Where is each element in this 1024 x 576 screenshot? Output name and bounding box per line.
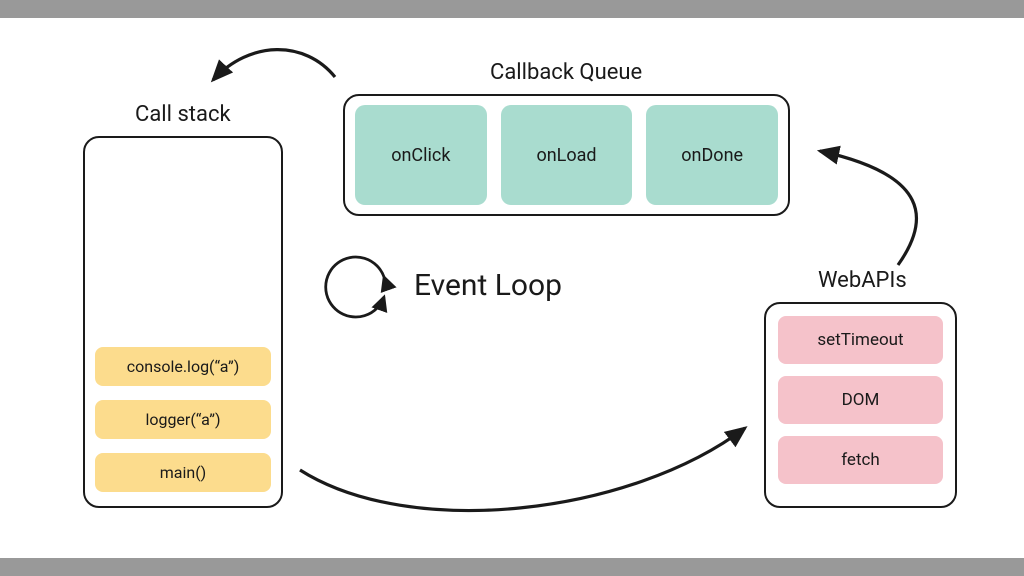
stack-item: logger(“a”) xyxy=(95,400,271,439)
api-item: setTimeout xyxy=(778,316,943,364)
event-loop-icon xyxy=(314,244,400,330)
event-loop-label: Event Loop xyxy=(414,268,562,303)
stack-item: console.log(“a”) xyxy=(95,347,271,386)
queue-item: onClick xyxy=(355,105,487,205)
queue-item: onDone xyxy=(646,105,778,205)
api-item: fetch xyxy=(778,436,943,484)
api-item: DOM xyxy=(778,376,943,424)
callback-queue-title: Callback Queue xyxy=(490,60,642,85)
top-letterbox-bar xyxy=(0,0,1024,18)
webapis-panel: setTimeout DOM fetch xyxy=(764,302,957,508)
callback-queue-panel: onClick onLoad onDone xyxy=(343,94,790,216)
stack-item: main() xyxy=(95,453,271,492)
callstack-title: Call stack xyxy=(135,102,231,127)
bottom-letterbox-bar xyxy=(0,558,1024,576)
callstack-panel: console.log(“a”) logger(“a”) main() xyxy=(83,136,283,508)
arrow-queue-to-stack xyxy=(195,32,345,102)
queue-item: onLoad xyxy=(501,105,633,205)
arrow-webapis-to-queue xyxy=(800,125,950,275)
arrow-stack-to-webapis xyxy=(290,420,760,540)
